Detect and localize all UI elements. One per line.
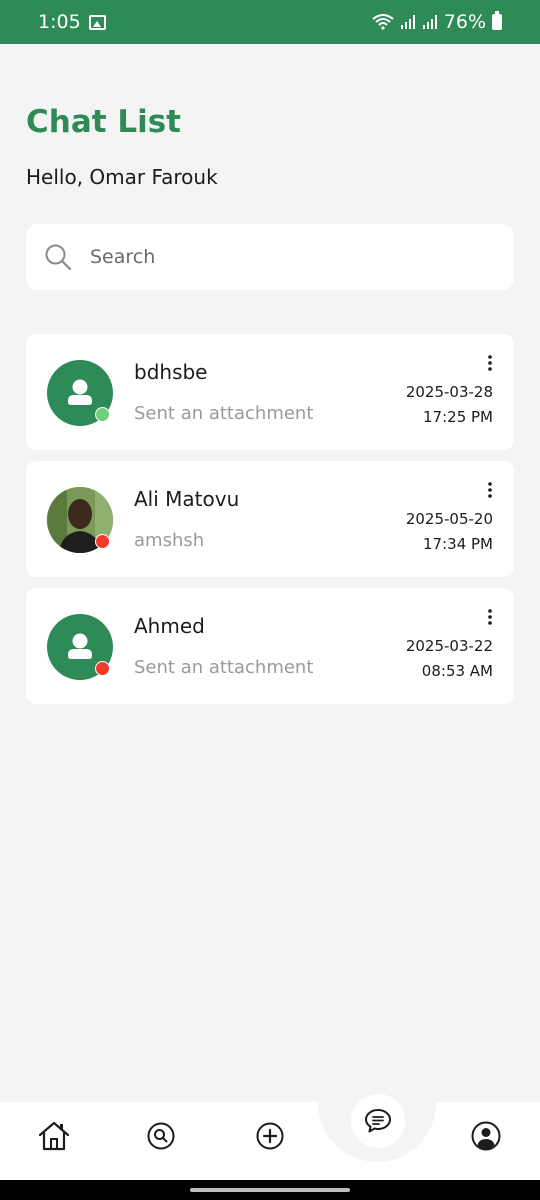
chat-item[interactable]: Ali Matovu amshsh 2025-05-20 17:34 PM [26,461,514,577]
status-time: 1:05 [38,11,81,33]
chat-item[interactable]: bdhsbe Sent an attachment 2025-03-28 17:… [26,334,514,450]
chat-icon [365,1109,391,1133]
chat-name: Ahmed [134,614,205,638]
nav-home[interactable] [36,1118,72,1154]
add-icon [256,1122,284,1150]
signal-icon [422,15,437,29]
nav-chat-active[interactable] [351,1094,405,1148]
more-vertical-icon[interactable] [484,354,496,374]
chat-item[interactable]: Ahmed Sent an attachment 2025-03-22 08:5… [26,588,514,704]
chat-preview: Sent an attachment [134,657,314,678]
more-vertical-icon[interactable] [484,608,496,628]
battery-icon [492,11,502,30]
page-title: Chat List [26,104,181,140]
home-icon [38,1121,70,1151]
image-notification-icon [88,14,106,30]
battery-percent: 76% [443,11,486,33]
greeting-text: Hello, Omar Farouk [26,165,218,189]
offline-status-dot [95,534,110,549]
chat-preview: amshsh [134,530,205,551]
search-input[interactable] [90,246,470,268]
chat-time: 17:34 PM [423,535,493,553]
chat-date: 2025-03-28 [405,383,493,401]
chat-name: Ali Matovu [134,487,240,511]
gesture-handle[interactable] [190,1188,350,1192]
nav-search[interactable] [145,1120,177,1152]
search-icon [45,244,72,271]
status-bar: 1:05 76% [0,0,540,44]
chat-time: 08:53 AM [421,662,493,680]
chat-date: 2025-03-22 [405,637,493,655]
nav-add[interactable] [254,1120,286,1152]
wifi-icon [372,14,394,30]
bottom-nav [0,1090,540,1180]
chat-list: bdhsbe Sent an attachment 2025-03-28 17:… [26,334,514,715]
profile-icon [471,1121,501,1151]
offline-status-dot [95,661,110,676]
signal-icon [400,15,415,29]
chat-preview: Sent an attachment [134,403,314,424]
chat-date: 2025-05-20 [405,510,493,528]
search-circle-icon [147,1122,175,1150]
system-gesture-bar [0,1180,540,1200]
search-bar[interactable] [26,224,514,290]
chat-name: bdhsbe [134,360,208,384]
more-vertical-icon[interactable] [484,481,496,501]
nav-profile[interactable] [469,1119,503,1153]
chat-time: 17:25 PM [423,408,493,426]
online-status-dot [95,407,110,422]
